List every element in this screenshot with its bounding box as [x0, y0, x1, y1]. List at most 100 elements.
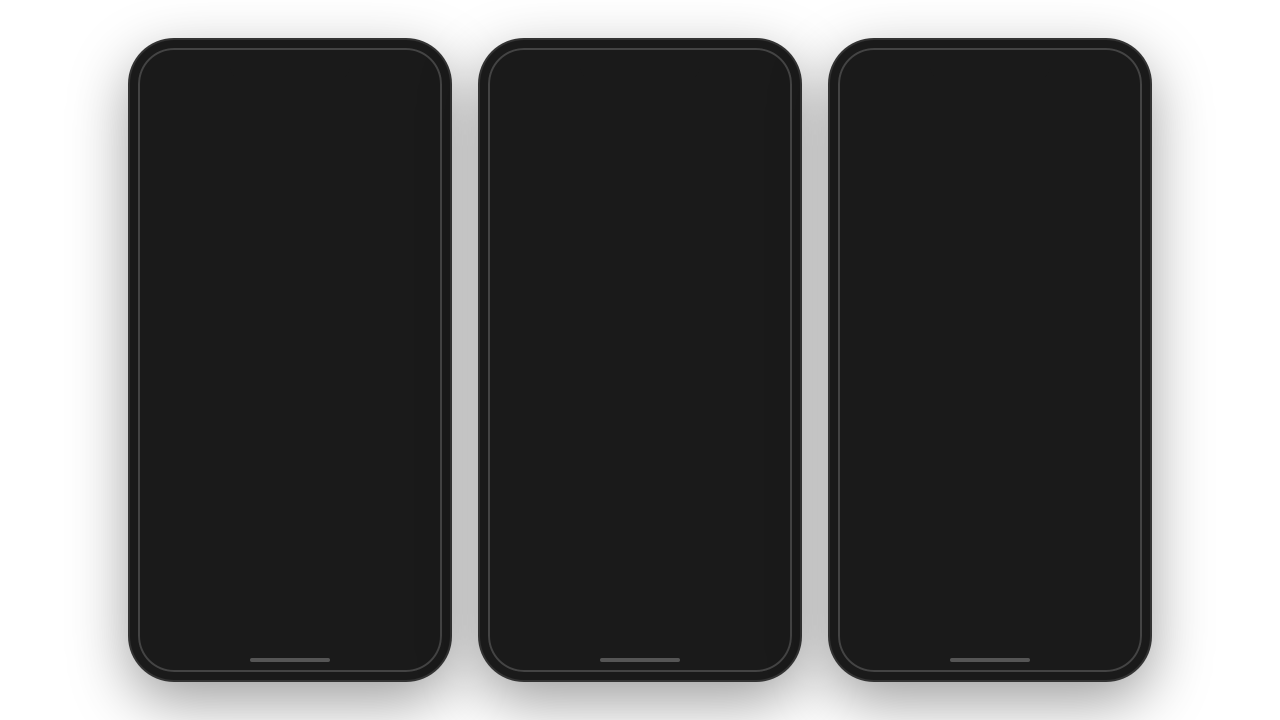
- nav-home-1[interactable]: ⌂ Home: [142, 613, 201, 672]
- new-music-followers: 2,364,852 FOLLOWERS: [154, 498, 267, 508]
- radio-icon: ◉: [341, 626, 357, 647]
- menu-icon[interactable]: ≡: [1113, 92, 1122, 110]
- dreamcatcher-cover-art: Dreamcatcher: [154, 191, 267, 304]
- spotify-logo-1: ●: [160, 374, 174, 388]
- radio-header: ‹ ···: [504, 84, 776, 133]
- track-item-2[interactable]: The Thrill Is Gone B.B. King, Tracy Chap…: [504, 563, 776, 609]
- track-actions: + ···: [1086, 442, 1122, 465]
- signal-icon-3: ▪▪▪: [1088, 65, 1099, 76]
- phone-radio: 5:12 ▪▪▪ ▲ ▮ ‹ ··· ♪ ♩: [480, 40, 800, 680]
- time-row: 0:03 -1:42: [858, 484, 1122, 495]
- playing-header: ∨ PLAYING FROM PLAYLIST Christmas Classi…: [838, 84, 1142, 120]
- library-icon: ⊟: [401, 626, 416, 647]
- nav-home-2[interactable]: ⌂ Home: [492, 613, 551, 672]
- nav-browse-2[interactable]: ⊞ Browse: [551, 613, 610, 672]
- bottom-nav-1: ⌂ Home ⊞ Browse ⌕ Search ◉ Radio ⊟ You: [138, 612, 442, 672]
- phone-screen-1: 5:12 ▪▪▪ ▲ ▮ Home Native American Herita…: [138, 48, 442, 672]
- follow-button[interactable]: FOLLOW: [588, 316, 692, 342]
- album-card-rapcaviar[interactable]: R RapCaviar RapCaviar 8,274,144 FOLLOWER…: [275, 368, 388, 508]
- track-info-1: Riding With The King Eric Clapton, B.B. …: [504, 525, 729, 554]
- album-subtitle-art: THE CHRISTMAS SONG: [838, 168, 1142, 179]
- in-station-title: In This Station: [504, 413, 776, 430]
- nav-search-1[interactable]: ⌕ Search: [260, 613, 319, 672]
- search-label: Search: [276, 649, 305, 659]
- now-playing-artist: Nat King Cole: [858, 456, 1079, 471]
- track-name-2: The Thrill Is Gone: [504, 571, 705, 586]
- album-card-dreamcatcher[interactable]: Dreamcatcher Dreamcatcher 72,868 FOLLOWE…: [154, 191, 267, 331]
- track-info-section: The Happiest Christmas Tree Nat King Col…: [838, 424, 1142, 477]
- album-art: Nat King Cole THE CHRISTMAS SONG ❄ ❄: [838, 120, 1142, 424]
- nat-king-name-art: Nat King Cole THE CHRISTMAS SONG: [838, 140, 1142, 179]
- status-time-2: 5:12: [508, 63, 534, 78]
- nav-browse-1[interactable]: ⊞ Browse: [201, 613, 260, 672]
- now-playing-track-name: The Happiest Christmas Tree: [858, 436, 1079, 454]
- snow-overlay: [838, 302, 1142, 424]
- track-item-1[interactable]: Riding With The King Eric Clapton, B.B. …: [504, 517, 776, 563]
- track-name-1: Riding With The King: [504, 525, 729, 540]
- station-artists-text: John Lee Hooker, Eric Clapton, Johnny Wi…: [504, 440, 776, 476]
- status-icons-2: ▪▪▪ ▲ ▮: [738, 65, 772, 76]
- nav-library-2[interactable]: ⊟ Your Library: [729, 613, 788, 672]
- shuffle-button[interactable]: ⇄: [858, 521, 873, 542]
- dreamcatcher-cover-label: Dreamcatcher: [154, 284, 267, 296]
- phone-home: 5:12 ▪▪▪ ▲ ▮ Home Native American Herita…: [130, 40, 450, 680]
- previous-button[interactable]: ⏮: [905, 515, 930, 548]
- nav-radio-1[interactable]: ◉ Radio: [320, 613, 379, 672]
- radio-label-2: Radio: [687, 649, 711, 659]
- more-options-button[interactable]: ···: [758, 96, 776, 117]
- browse-label-2: Browse: [566, 649, 596, 659]
- track-info-2: The Thrill Is Gone B.B. King, Tracy Chap…: [504, 571, 705, 600]
- pause-button[interactable]: ⏸: [962, 503, 1018, 559]
- devices-available-text[interactable]: 📱 Devices Available: [943, 578, 1036, 589]
- chevron-down-icon[interactable]: ∨: [858, 92, 870, 112]
- back-button[interactable]: ‹: [504, 88, 510, 125]
- next-button[interactable]: ⏭: [1050, 515, 1075, 548]
- time-remaining: -1:42: [1099, 484, 1122, 495]
- progress-dot: [860, 474, 870, 484]
- women-folk-followers: 101,279 FOLLOWERS: [275, 321, 388, 331]
- radio-label: Radio: [337, 649, 361, 659]
- track-artist-2: B.B. King, Tracy Chapman • Deuces Wild: [504, 588, 705, 600]
- phone-screen-3: ▪▪▪ ▲ ▮ ∨ PLAYING FROM PLAYLIST Christma…: [838, 48, 1142, 672]
- playlist-name: Christmas Classics: [925, 102, 1057, 116]
- track-artist-1: Eric Clapton, B.B. King • Riding With Th…: [504, 542, 729, 554]
- section2-title: Get Set For The Day: [154, 343, 426, 360]
- wifi-icon-2: ▲: [753, 65, 763, 76]
- album-card-new-music[interactable]: ● New MusicFRIDAY New Music Friday 2,364…: [154, 368, 267, 508]
- track-more-1[interactable]: ···: [762, 525, 776, 541]
- dreamcatcher-title: Dreamcatcher: [154, 309, 267, 321]
- new-music-cover-label: New MusicFRIDAY: [162, 444, 224, 473]
- signal-icon: ▪▪▪: [388, 65, 399, 76]
- time-elapsed: 0:03: [858, 484, 877, 495]
- main-container: 5:12 ▪▪▪ ▲ ▮ Home Native American Herita…: [0, 0, 1280, 720]
- home-label-2: Home: [510, 649, 534, 659]
- library-label-2: Your Library: [734, 649, 782, 659]
- wifi-icon: ▲: [403, 65, 413, 76]
- artist-name-art: Nat King Cole: [838, 140, 1142, 164]
- nav-search-2[interactable]: ⌕ Search: [610, 613, 669, 672]
- status-bar-1: 5:12 ▪▪▪ ▲ ▮: [138, 48, 442, 84]
- phone-screen-2: 5:12 ▪▪▪ ▲ ▮ ‹ ··· ♪ ♩: [488, 48, 792, 672]
- album-card-women-folk[interactable]: WYMEN OFFOLK Women of Folk 101,279 FOLLO…: [275, 191, 388, 331]
- rapcaviar-badge: R: [368, 374, 382, 388]
- collage-cell-2: ♩: [641, 133, 700, 192]
- repeat-button[interactable]: ↻: [1107, 521, 1122, 542]
- play-radio-button[interactable]: PLAY RADIO: [504, 354, 776, 397]
- women-folk-title: Women of Folk: [275, 309, 388, 321]
- track-options-button[interactable]: ···: [1108, 446, 1122, 462]
- progress-fill: [858, 477, 866, 480]
- women-folk-cover-art: WYMEN OFFOLK: [275, 191, 388, 304]
- nav-library-1[interactable]: ⊟ Your Library: [379, 613, 438, 672]
- nav-radio-2[interactable]: ◉ Radio: [670, 613, 729, 672]
- collage-cell-3: ♫: [580, 194, 639, 253]
- add-to-library-button[interactable]: +: [1086, 442, 1098, 465]
- status-bar-2: 5:12 ▪▪▪ ▲ ▮: [488, 48, 792, 84]
- heritage-subtitle: Celebrate with a collection of music and…: [154, 146, 426, 177]
- partial-card: [396, 191, 426, 331]
- progress-bar[interactable]: [858, 477, 1122, 480]
- blues-album-collage: ♪ ♩ ♫ ♬: [580, 133, 700, 253]
- status-icons-1: ▪▪▪ ▲ ▮: [388, 65, 422, 76]
- dreamcatcher-followers: 72,868 FOLLOWERS: [154, 321, 267, 331]
- track-more-2[interactable]: ···: [762, 571, 776, 587]
- battery-icon: ▮: [416, 65, 422, 76]
